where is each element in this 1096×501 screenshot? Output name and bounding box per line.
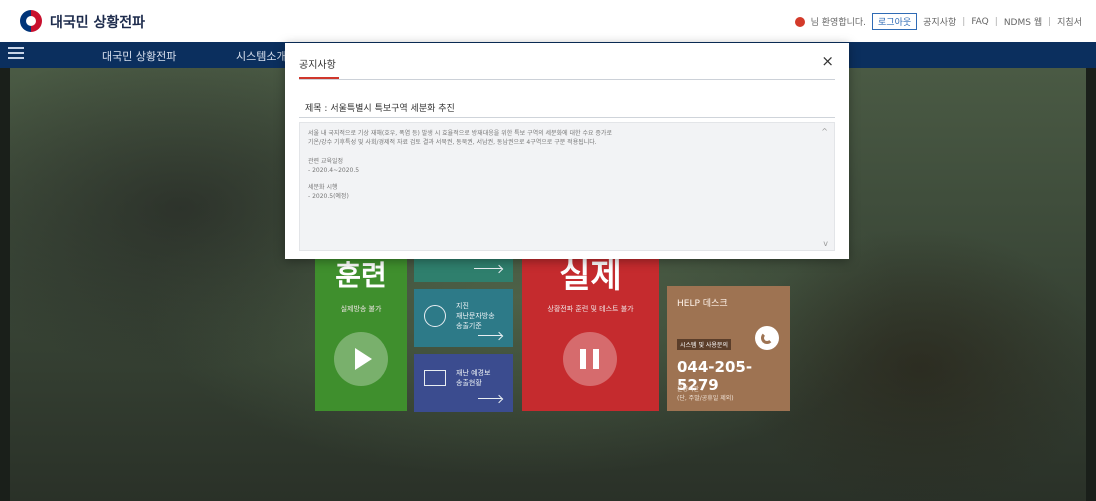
earthquake-icon [424, 305, 446, 327]
logout-button[interactable]: 로그아웃 [872, 13, 918, 30]
scroll-down-icon[interactable]: v [823, 239, 828, 248]
notice-body[interactable]: 서울 내 국지적으로 기상 재해(호우, 폭염 등) 발생 시 효율적으로 방재… [299, 122, 835, 251]
scroll-up-icon[interactable]: ^ [821, 127, 828, 136]
education-dates: - 2020.4~2020.5 [308, 167, 360, 174]
government-logo-icon[interactable] [20, 10, 42, 32]
nav-item-situation[interactable]: 대국민 상황전파 [102, 48, 176, 64]
criteria-label: 송출기준 [456, 322, 482, 330]
help-hours-label: 운영시간 : [677, 386, 704, 393]
actual-subtitle: 상황전파 훈련 및 테스트 불가 [547, 305, 634, 313]
notice-modal: 공지사항 × 제목 : 서울특별시 특보구역 세분화 추진 서울 내 국지적으로… [285, 43, 849, 259]
warning-label: 재난 예경보 [456, 369, 491, 377]
broadcast-label: 재난문자방송 [456, 312, 495, 320]
enforcement-date: - 2020.5(예정) [308, 193, 349, 200]
notice-paragraph-1: 서울 내 국지적으로 기상 재해(호우, 폭염 등) 발생 시 효율적으로 방재… [308, 130, 612, 137]
education-title: 관련 교육일정 [308, 158, 344, 165]
training-title: 훈련 [335, 259, 387, 292]
training-subtitle: 실제방송 불가 [340, 305, 382, 313]
arrow-right-icon [478, 398, 502, 399]
help-badge: 시스템 및 사용문의 [677, 339, 731, 350]
help-hours-note: (단, 주말/공휴일 제외) [677, 395, 734, 402]
top-header: 대국민 상황전파 님 환영합니다. 로그아웃 공지사항 | FAQ | NDMS… [0, 0, 1096, 42]
enforcement-title: 세분화 시행 [308, 184, 338, 191]
notice-link[interactable]: 공지사항 [923, 15, 956, 28]
close-icon[interactable]: × [821, 52, 834, 70]
play-icon [355, 348, 372, 370]
greeting-text: 님 환영합니다. [810, 18, 867, 28]
warning-status-label: 송출현황 [456, 379, 482, 387]
monitor-chart-icon [424, 370, 446, 386]
notice-subject: 제목 : 서울특별시 특보구역 세분화 추진 [305, 104, 455, 114]
modal-title: 공지사항 [299, 60, 336, 71]
utility-links: 님 환영합니다. 로그아웃 공지사항 | FAQ | NDMS 웹 | 지침서 [794, 13, 1082, 30]
pause-icon [580, 349, 586, 369]
arrow-right-icon [474, 268, 502, 269]
nav-item-system-intro[interactable]: 시스템소개 [236, 48, 287, 64]
help-desk-title: HELP 데스크 [677, 299, 728, 309]
play-button[interactable] [334, 332, 388, 386]
notice-paragraph-2: 기온/강수 기후특성 및 사회/경제적 자료 검토 결과 서북권, 동북권, 서… [308, 139, 597, 146]
user-icon [794, 16, 805, 27]
ndms-link[interactable]: NDMS 웹 [1004, 15, 1042, 28]
training-tile[interactable]: 훈련 실제방송 불가 [315, 246, 407, 411]
pause-button[interactable] [563, 332, 617, 386]
earthquake-label: 지진 [456, 302, 469, 310]
earthquake-broadcast-tile[interactable]: 지진 재난문자방송 송출기준 [414, 289, 513, 347]
warning-status-tile[interactable]: 재난 예경보 송출현황 [414, 354, 513, 412]
actual-tile[interactable]: 실제 상황전파 훈련 및 테스트 불가 [522, 246, 659, 411]
faq-link[interactable]: FAQ [971, 17, 988, 27]
site-title[interactable]: 대국민 상황전파 [50, 12, 145, 32]
hamburger-menu-icon[interactable] [8, 47, 24, 61]
phone-icon [755, 326, 779, 350]
manual-link[interactable]: 지침서 [1057, 15, 1082, 28]
help-desk-tile: HELP 데스크 시스템 및 사용문의 044-205-5279 운영시간 : … [667, 286, 790, 411]
arrow-right-icon [478, 335, 502, 336]
